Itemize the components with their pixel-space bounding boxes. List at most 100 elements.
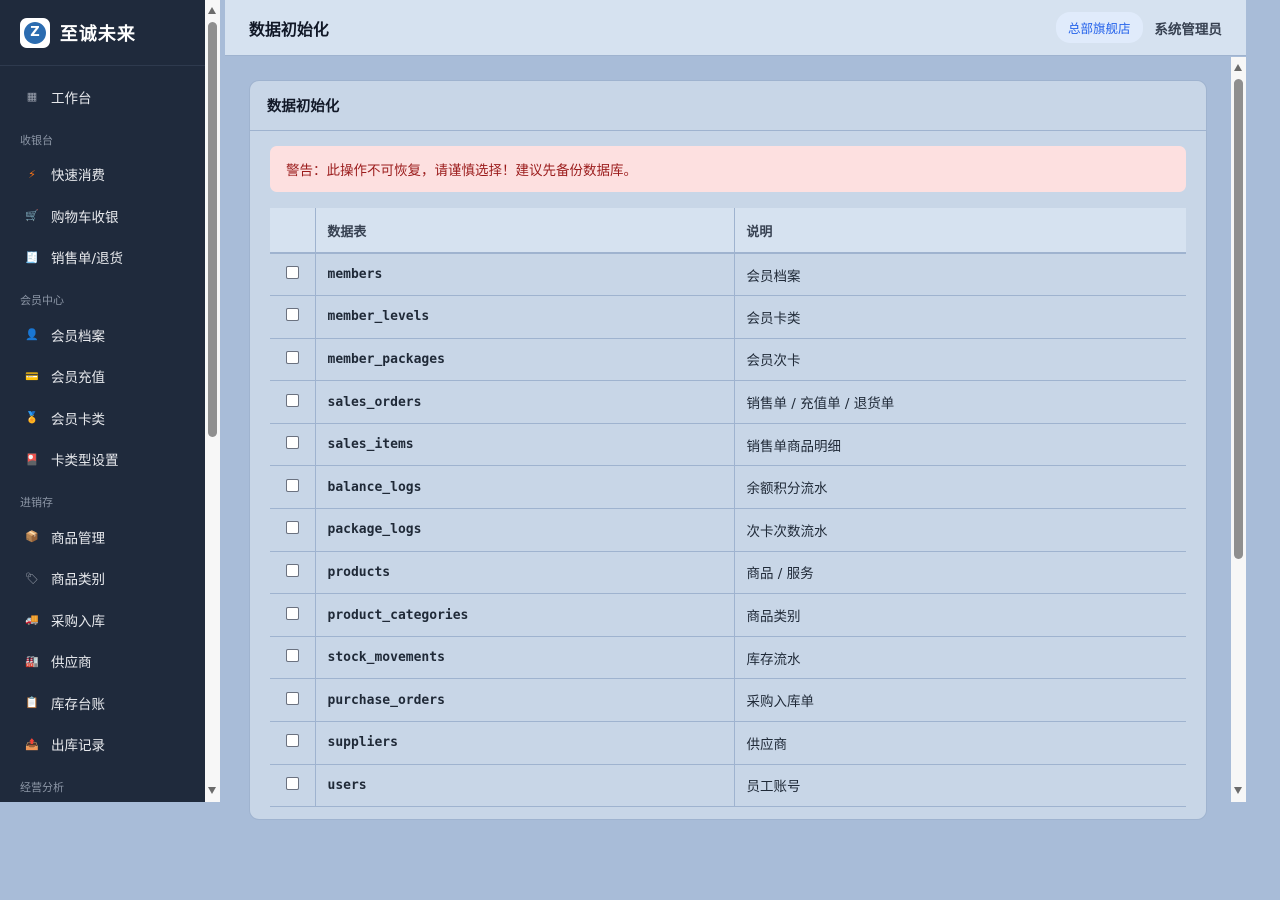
warning-alert: 警告：此操作不可恢复，请谨慎选择！建议先备份数据库。 (270, 146, 1186, 192)
table-row: sales_orders 销售单 / 充值单 / 退货单 (270, 380, 1186, 424)
table-row: product_categories 商品类别 (270, 593, 1186, 637)
table-desc-cell: 商品类别 (734, 593, 1186, 637)
sidebar-item[interactable]: 📋 库存台账 (0, 682, 205, 724)
main-scrollbar[interactable] (1231, 57, 1246, 802)
table-row: member_levels 会员卡类 (270, 295, 1186, 339)
table-name-cell: product_categories (315, 593, 735, 637)
card-icon: 💳 (25, 369, 39, 383)
scroll-down-arrow-icon[interactable] (1234, 787, 1242, 794)
clipboard-icon: 📋 (25, 696, 39, 710)
card-title: 数据初始化 (250, 81, 1206, 131)
select-cell (270, 508, 316, 552)
sidebar-item[interactable]: 🏭 供应商 (0, 641, 205, 683)
table-row: member_packages 会员次卡 (270, 338, 1186, 382)
table-desc-cell: 员工账号 (734, 764, 1186, 808)
warning-text: 警告：此操作不可恢复，请谨慎选择！建议先备份数据库。 (286, 163, 637, 179)
sidebar-nav: ▦ 工作台收银台 ⚡ 快速消费 🛒 购物车收银 🧾 销售单/退货会员中心 👤 会员档案 💳 会员充值 🏅… (0, 66, 205, 801)
table-desc-cell: 商品 / 服务 (734, 551, 1186, 595)
logo-row: Z 至诚未来 (0, 0, 205, 66)
column-header-desc: 说明 (734, 208, 1186, 254)
sidebar-item-label: 购物车收银 (51, 209, 119, 226)
sidebar-item[interactable]: 🛒 购物车收银 (0, 195, 205, 237)
sidebar-item[interactable]: ⚡ 快速消费 (0, 154, 205, 196)
store-badge[interactable]: 总部旗舰店 (1055, 12, 1143, 43)
table-row: balance_logs 余额积分流水 (270, 465, 1186, 510)
table-name-cell: stock_movements (315, 636, 735, 680)
table-desc-cell: 次卡次数流水 (734, 508, 1186, 552)
sidebar-item[interactable]: 🎴 卡类型设置 (0, 439, 205, 481)
select-cell (270, 253, 316, 297)
tables-table: 数据表 说明 members 会员档案 member_levels 会员卡类 membe… (270, 208, 1186, 808)
sidebar-item[interactable]: 👤 会员档案 (0, 314, 205, 356)
app-logo: Z (20, 17, 50, 48)
table-desc-cell: 会员卡类 (734, 295, 1186, 339)
table-row: package_logs 次卡次数流水 (270, 508, 1186, 552)
table-name-cell: member_packages (315, 338, 735, 382)
sidebar-item-label: 采购入库 (51, 613, 105, 630)
sidebar-item[interactable]: 🚚 采购入库 (0, 599, 205, 641)
sidebar-item-label: 商品类别 (51, 572, 105, 589)
sidebar-item-label: 出库记录 (51, 738, 105, 755)
table-desc-cell: 库存流水 (734, 636, 1186, 680)
table-name-cell: purchase_orders (315, 678, 735, 723)
grid-icon: ▦ (26, 90, 38, 104)
row-checkbox[interactable] (285, 266, 299, 280)
sidebar-scrollbar[interactable] (205, 0, 220, 802)
row-checkbox[interactable] (285, 734, 299, 748)
tag-icon: 🏷 (25, 571, 39, 585)
factory-icon: 🏭 (25, 654, 39, 668)
current-user[interactable]: 系统管理员 (1155, 18, 1223, 38)
row-checkbox[interactable] (285, 563, 299, 577)
header-right: 总部旗舰店 系统管理员 (1055, 12, 1223, 43)
sidebar-item[interactable]: 📤 出库记录 (0, 724, 205, 766)
scroll-up-arrow-icon[interactable] (208, 7, 216, 14)
receipt-icon: 🧾 (25, 250, 39, 264)
row-checkbox[interactable] (285, 606, 299, 620)
row-checkbox[interactable] (285, 350, 299, 364)
row-checkbox[interactable] (285, 521, 299, 535)
table-name-cell: members (315, 253, 735, 297)
row-checkbox[interactable] (285, 393, 299, 407)
row-checkbox[interactable] (285, 776, 299, 790)
card-type-icon: 🎴 (25, 452, 39, 466)
table-row: suppliers 供应商 (270, 721, 1186, 765)
nav-group-label: 会员中心 (20, 294, 64, 307)
sidebar-item[interactable]: 📦 商品管理 (0, 516, 205, 558)
data-init-card: 数据初始化 警告：此操作不可恢复，请谨慎选择！建议先备份数据库。 数据表 说明 … (249, 80, 1207, 820)
row-checkbox[interactable] (285, 649, 299, 663)
row-checkbox[interactable] (285, 691, 299, 705)
sidebar-item-label: 商品管理 (51, 530, 105, 547)
table-desc-cell: 余额积分流水 (734, 465, 1186, 510)
sidebar-item[interactable]: 🏅 会员卡类 (0, 397, 205, 439)
select-cell (270, 636, 316, 680)
select-cell (270, 338, 316, 382)
row-checkbox[interactable] (285, 478, 299, 492)
sidebar-item-label: 工作台 (51, 90, 92, 107)
scroll-up-arrow-icon[interactable] (1234, 64, 1242, 71)
sidebar-item[interactable]: ▦ 工作台 (0, 76, 205, 118)
row-checkbox[interactable] (285, 436, 299, 450)
sidebar-item[interactable]: 🧾 销售单/退货 (0, 237, 205, 279)
page-title: 数据初始化 (249, 19, 330, 39)
table-row: stock_movements 库存流水 (270, 636, 1186, 680)
main-scroll-thumb[interactable] (1234, 79, 1243, 559)
table-desc-cell: 销售单 / 充值单 / 退货单 (734, 380, 1186, 424)
scroll-down-arrow-icon[interactable] (208, 787, 216, 794)
select-cell (270, 678, 316, 723)
select-cell (270, 380, 316, 424)
cart-icon: 🛒 (25, 209, 39, 223)
top-header: 数据初始化 总部旗舰店 系统管理员 (225, 0, 1246, 56)
select-cell (270, 423, 316, 467)
brand-name: 至诚未来 (60, 23, 136, 45)
table-desc-cell: 采购入库单 (734, 678, 1186, 723)
sidebar-item-label: 供应商 (51, 655, 92, 672)
select-cell (270, 465, 316, 510)
nav-group-label: 收银台 (20, 133, 53, 147)
sidebar-scroll-thumb[interactable] (208, 22, 217, 437)
sidebar-item[interactable]: 🏷 商品类别 (0, 558, 205, 600)
table-header-row: 数据表 说明 (270, 208, 1186, 254)
sidebar-item-label: 销售单/退货 (51, 251, 124, 268)
row-checkbox[interactable] (285, 308, 299, 322)
lightning-icon: ⚡ (28, 167, 36, 181)
sidebar-item[interactable]: 💳 会员充值 (0, 356, 205, 398)
